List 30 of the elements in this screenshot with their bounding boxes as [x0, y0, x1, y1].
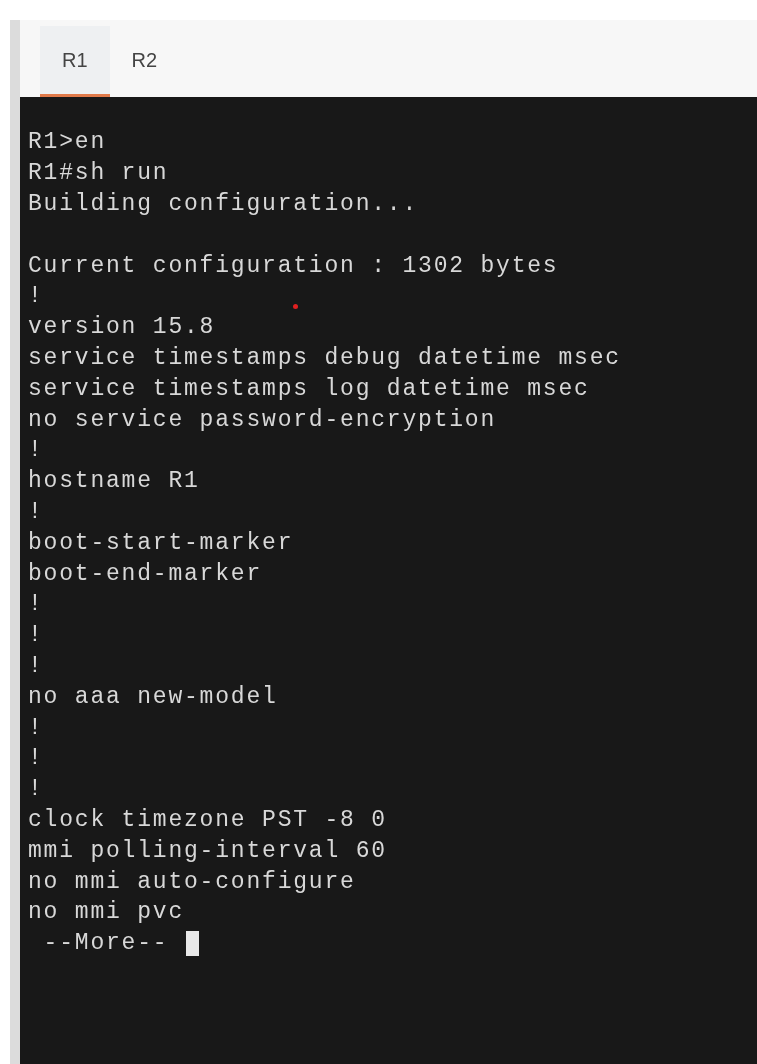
terminal-line: service timestamps debug datetime msec	[28, 344, 621, 371]
terminal-line: hostname R1	[28, 468, 200, 495]
terminal-line: version 15.8	[28, 314, 216, 341]
terminal-line: R1#sh run	[28, 160, 169, 187]
terminal-line: no service password-encryption	[28, 406, 497, 433]
terminal-line: no mmi auto-configure	[28, 868, 356, 895]
terminal-line: service timestamps log datetime msec	[28, 375, 590, 402]
terminal-line: !	[28, 437, 44, 464]
terminal-line: !	[28, 591, 44, 618]
terminal-line: !	[28, 714, 44, 741]
terminal-line: boot-end-marker	[28, 560, 263, 587]
terminal-line: !	[28, 652, 44, 679]
terminal-line: R1>en	[28, 129, 106, 156]
terminal-line: no aaa new-model	[28, 683, 278, 710]
terminal-line: !	[28, 776, 44, 803]
terminal-line: !	[28, 622, 44, 649]
terminal-line: !	[28, 745, 44, 772]
more-prompt: --More--	[42, 930, 170, 957]
terminal-line: mmi polling-interval 60	[28, 837, 387, 864]
terminal-line: clock timezone PST -8 0	[28, 806, 387, 833]
terminal-line: Building configuration...	[28, 191, 419, 217]
block-cursor	[186, 930, 200, 956]
pointer-dot	[293, 304, 298, 309]
terminal-line: no mmi pvc	[28, 899, 185, 926]
device-tab[interactable]: R1	[40, 26, 110, 97]
terminal-line: !	[28, 283, 44, 310]
terminal-line: Current configuration : 1302 bytes	[28, 252, 559, 279]
device-tab[interactable]: R2	[109, 26, 180, 97]
terminal-line: !	[28, 498, 44, 525]
terminal-line: boot-start-marker	[28, 529, 294, 556]
